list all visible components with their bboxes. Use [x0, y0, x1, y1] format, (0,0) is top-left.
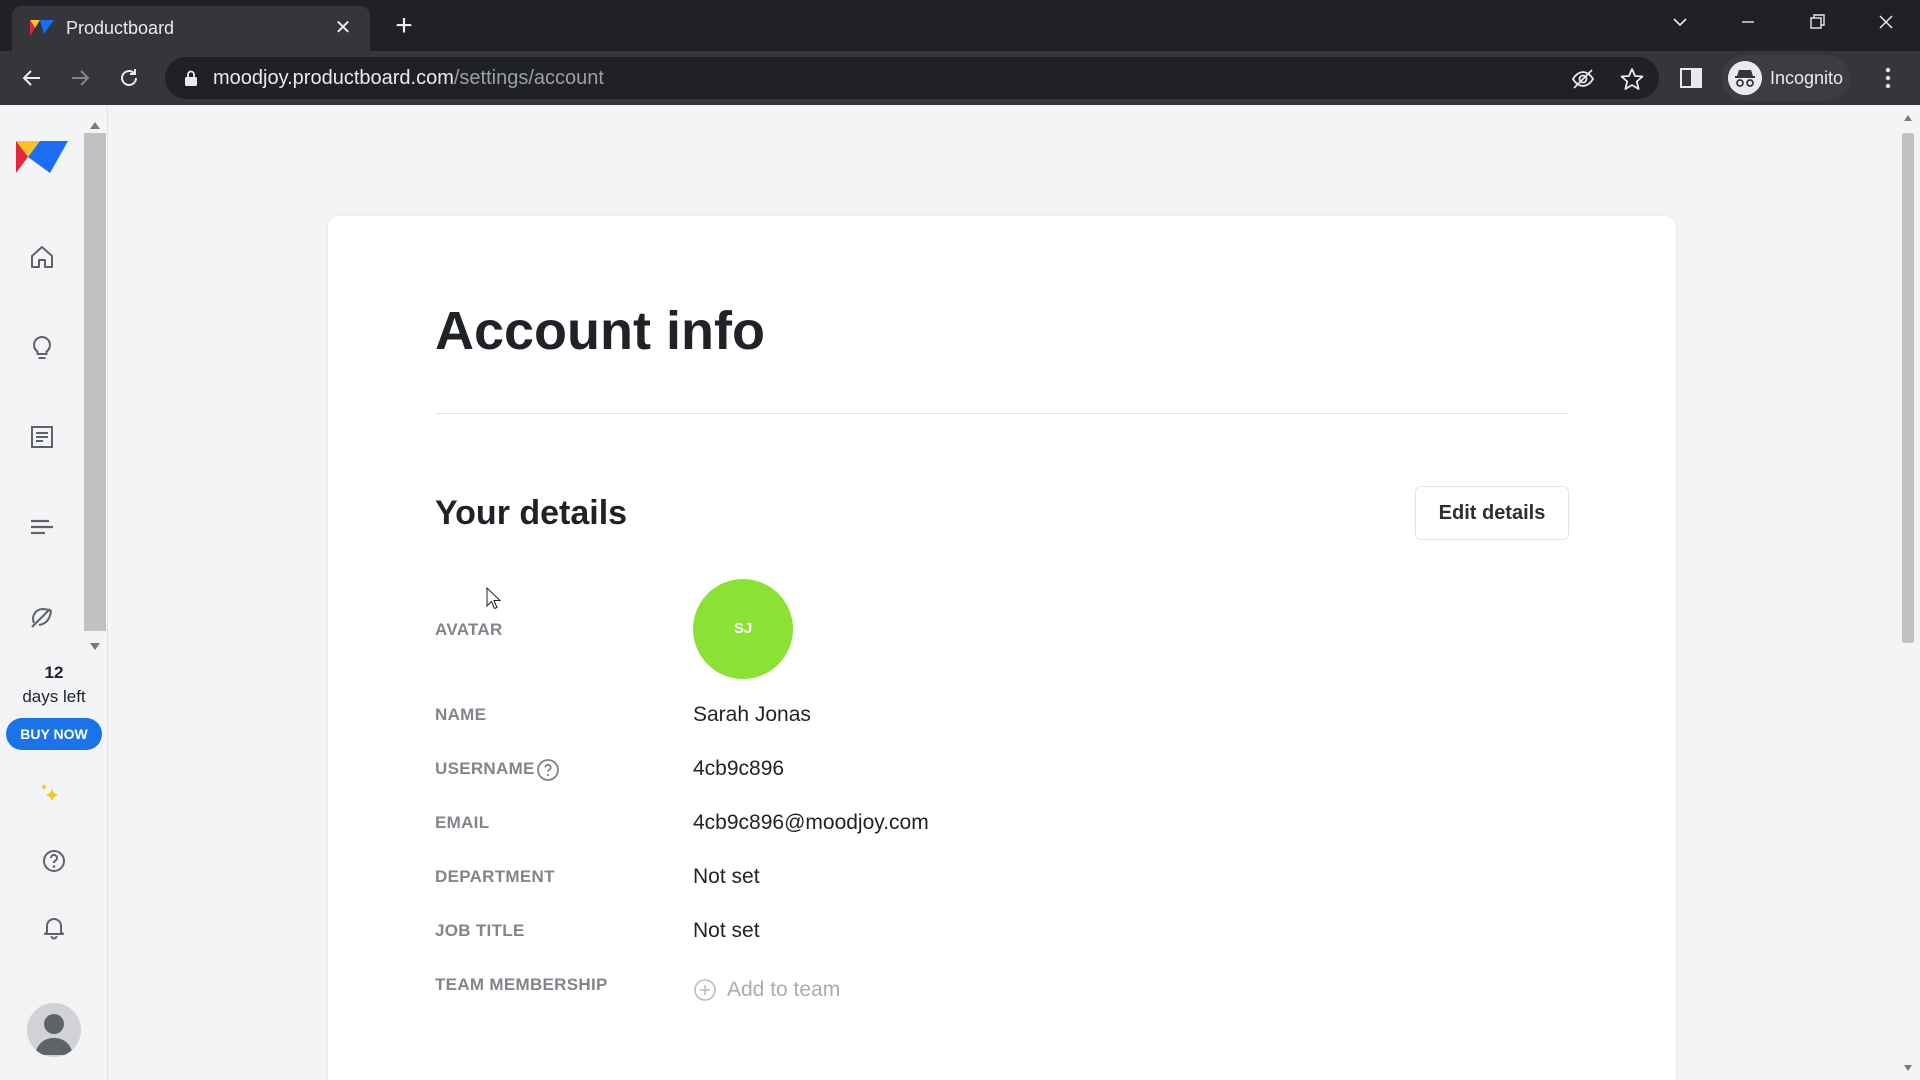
user-silhouette-icon — [35, 1014, 73, 1055]
username-label: USERNAME — [435, 759, 535, 778]
scroll-down-arrow-icon[interactable] — [84, 639, 106, 653]
eye-off-icon[interactable] — [1570, 66, 1596, 92]
sidebar-scrollbar-thumb[interactable] — [84, 133, 106, 631]
productboard-favicon-icon — [30, 20, 54, 36]
department-label: DEPARTMENT — [435, 867, 555, 886]
plus-circle-icon — [694, 979, 716, 1001]
name-label: NAME — [435, 705, 487, 724]
section-title: Your details — [435, 494, 628, 532]
department-value: Not set — [693, 865, 760, 888]
sidebar-scrollbar[interactable] — [84, 119, 106, 659]
email-value: 4cb9c896@moodjoy.com — [693, 811, 929, 834]
sparkle-icon[interactable] — [38, 781, 66, 809]
reload-icon[interactable] — [113, 62, 145, 94]
username-help-icon[interactable] — [536, 758, 560, 782]
buy-now-button[interactable]: BUY NOW — [6, 718, 102, 750]
title-divider — [435, 413, 1568, 414]
incognito-icon — [1728, 61, 1762, 95]
account-info-card: Account info Your details Edit details A… — [327, 215, 1677, 1080]
roadmap-icon[interactable] — [28, 513, 56, 541]
bookmark-star-icon[interactable] — [1619, 66, 1645, 92]
edit-details-button[interactable]: Edit details — [1415, 486, 1569, 540]
name-value: Sarah Jonas — [693, 703, 811, 726]
browser-tab-bar: Productboard ✕ + — [0, 0, 1920, 51]
email-label: EMAIL — [435, 813, 490, 832]
tab-close-icon[interactable]: ✕ — [330, 15, 356, 41]
forward-icon[interactable] — [64, 62, 96, 94]
job-title-label: JOB TITLE — [435, 921, 525, 940]
trial-days-label: days left — [22, 687, 86, 706]
tab-search-icon[interactable] — [1658, 4, 1702, 40]
trial-days-count: 12 — [44, 663, 64, 682]
job-title-value: Not set — [693, 919, 760, 942]
scroll-up-arrow-icon[interactable] — [84, 119, 106, 133]
new-tab-button[interactable]: + — [388, 11, 420, 43]
page-scrollbar-thumb[interactable] — [1902, 133, 1914, 643]
user-avatar-circle[interactable]: SJ — [693, 579, 793, 679]
mouse-cursor-icon — [486, 587, 502, 610]
close-window-icon[interactable] — [1864, 4, 1908, 40]
browser-menu-icon[interactable] — [1876, 63, 1900, 93]
page-scrollbar[interactable] — [1896, 105, 1920, 1080]
bell-icon[interactable] — [40, 913, 68, 941]
page-title: Account info — [435, 301, 765, 361]
team-membership-label: TEAM MEMBERSHIP — [435, 975, 608, 994]
back-icon[interactable] — [16, 62, 48, 94]
notes-icon[interactable] — [28, 423, 56, 451]
app-sidebar: 12 days left BUY NOW — [0, 105, 108, 1080]
side-panel-icon[interactable] — [1676, 63, 1706, 93]
help-icon[interactable] — [40, 847, 68, 875]
minimize-icon[interactable] — [1726, 4, 1770, 40]
home-icon[interactable] — [28, 243, 56, 271]
browser-tab[interactable]: Productboard ✕ — [12, 6, 370, 51]
page-scroll-down-icon[interactable] — [1896, 1060, 1920, 1076]
productboard-logo-icon[interactable] — [14, 135, 70, 179]
portal-off-icon[interactable] — [28, 603, 56, 631]
incognito-label: Incognito — [1770, 68, 1844, 88]
insights-bulb-icon[interactable] — [28, 334, 56, 362]
browser-toolbar: moodjoy.productboard.com/settings/accoun… — [0, 51, 1920, 105]
incognito-profile-button[interactable]: Incognito — [1722, 55, 1850, 101]
add-to-team-label: Add to team — [727, 978, 841, 1001]
url-text[interactable]: moodjoy.productboard.com/settings/accoun… — [213, 57, 604, 99]
user-avatar[interactable] — [27, 1003, 81, 1057]
restore-icon[interactable] — [1795, 4, 1839, 40]
avatar-label: AVATAR — [435, 620, 503, 639]
username-value: 4cb9c896 — [693, 757, 785, 780]
tab-title: Productboard — [66, 18, 175, 38]
address-bar[interactable]: moodjoy.productboard.com/settings/accoun… — [165, 57, 1659, 99]
page-scroll-up-icon[interactable] — [1896, 111, 1920, 127]
lock-icon — [185, 70, 197, 86]
